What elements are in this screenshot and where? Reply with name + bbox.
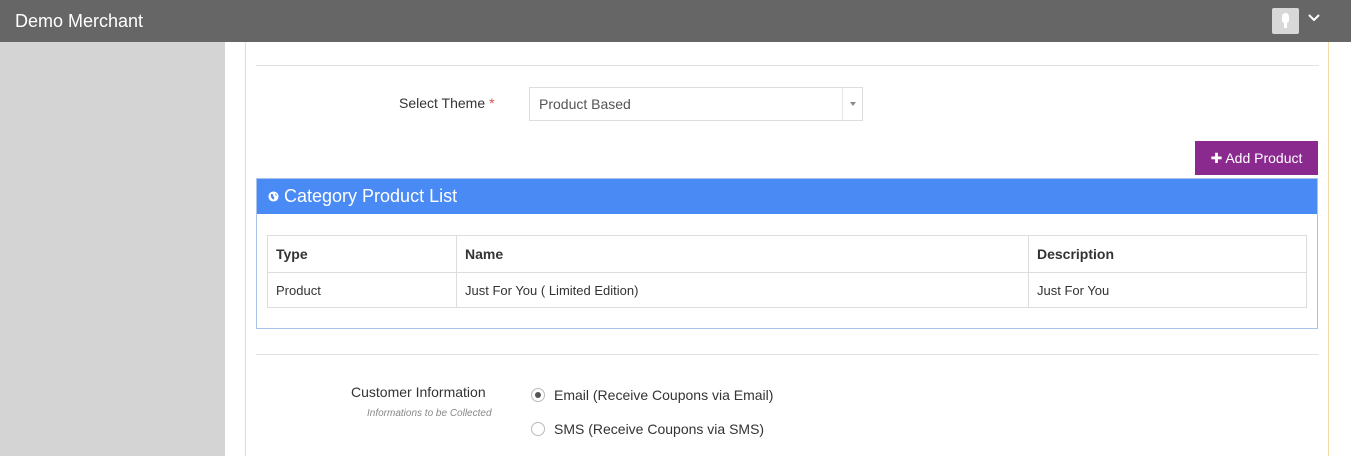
theme-select-value: Product Based bbox=[539, 96, 631, 112]
column-header-type: Type bbox=[267, 235, 457, 273]
cell-name: Just For You ( Limited Edition) bbox=[456, 272, 1029, 308]
add-product-label: Add Product bbox=[1225, 150, 1303, 166]
sidebar bbox=[0, 42, 225, 456]
select-arrow[interactable] bbox=[842, 88, 862, 120]
cell-description: Just For You bbox=[1028, 272, 1307, 308]
caret-down-icon bbox=[850, 102, 856, 106]
plus-icon: ✚ bbox=[1210, 150, 1223, 166]
select-theme-label: Select Theme * bbox=[399, 95, 495, 111]
divider bbox=[256, 354, 1319, 355]
sms-option[interactable]: SMS (Receive Coupons via SMS) bbox=[531, 420, 764, 438]
sms-radio[interactable] bbox=[531, 422, 545, 436]
column-header-description: Description bbox=[1028, 235, 1307, 273]
column-header-name: Name bbox=[456, 235, 1029, 273]
email-option[interactable]: Email (Receive Coupons via Email) bbox=[531, 386, 773, 404]
email-radio[interactable] bbox=[531, 388, 545, 402]
chevron-down-icon[interactable] bbox=[1305, 9, 1323, 27]
cell-type: Product bbox=[267, 272, 457, 308]
customer-information-hint: Informations to be Collected bbox=[367, 408, 492, 419]
product-table: Type Name Description Product Just For Y… bbox=[267, 235, 1307, 308]
merchant-name[interactable]: Demo Merchant bbox=[15, 0, 143, 42]
table-header-row: Type Name Description bbox=[267, 235, 1307, 273]
category-product-list-panel: Category Product List Type Name Descript… bbox=[256, 178, 1318, 329]
top-navbar: Demo Merchant bbox=[0, 0, 1351, 42]
required-mark: * bbox=[489, 95, 495, 111]
email-option-label: Email (Receive Coupons via Email) bbox=[554, 387, 774, 403]
panel-header: Category Product List bbox=[257, 179, 1317, 214]
add-product-button[interactable]: ✚ Add Product bbox=[1195, 141, 1318, 175]
user-avatar[interactable] bbox=[1272, 8, 1299, 34]
sms-option-label: SMS (Receive Coupons via SMS) bbox=[554, 421, 765, 437]
theme-select[interactable]: Product Based bbox=[529, 87, 863, 121]
divider bbox=[256, 65, 1319, 66]
globe-icon bbox=[268, 191, 279, 202]
customer-information-label: Customer Information bbox=[351, 384, 486, 400]
table-row[interactable]: Product Just For You ( Limited Edition) … bbox=[267, 272, 1307, 308]
select-theme-label-text: Select Theme bbox=[399, 95, 486, 111]
panel-title: Category Product List bbox=[284, 186, 458, 206]
